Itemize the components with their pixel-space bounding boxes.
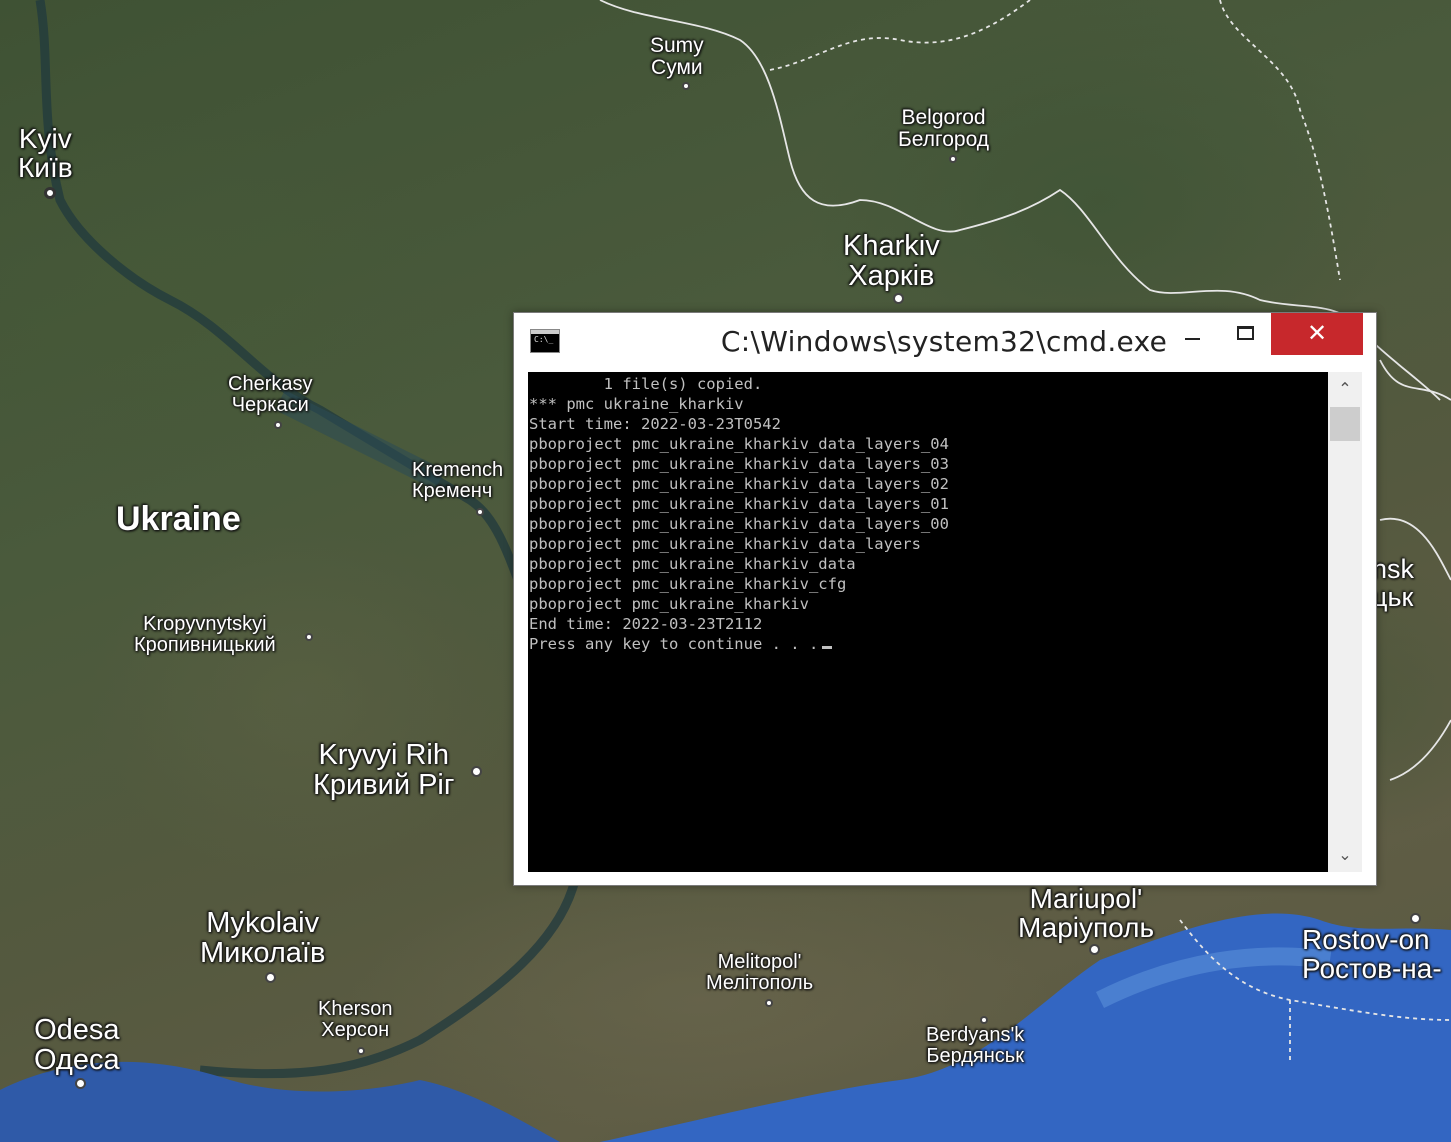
city-marker-cherkasy[interactable] [274, 421, 282, 429]
place-kyiv[interactable]: Kyiv Київ [18, 124, 73, 183]
place-cherkasy[interactable]: Cherkasy Черкаси [228, 374, 312, 416]
place-mykolaiv[interactable]: Mykolaiv Миколаїв [200, 908, 325, 969]
place-berdyansk-cyrillic: Бердянськ [926, 1045, 1024, 1067]
close-icon: ✕ [1306, 319, 1328, 347]
place-donetsk-latin: nsk [1372, 554, 1415, 584]
console-line: Press any key to continue . . . [529, 635, 819, 653]
console-line: pboproject pmc_ukraine_kharkiv_data [529, 555, 856, 573]
city-marker-belgorod[interactable] [949, 155, 957, 163]
place-mykolaiv-cyrillic: Миколаїв [200, 937, 326, 970]
place-mykolaiv-latin: Mykolaiv [206, 907, 320, 939]
place-berdyansk-latin: Berdyans'k [926, 1024, 1025, 1046]
console-lines: 1 file(s) copied. *** pmc ukraine_kharki… [528, 372, 1328, 654]
place-kropyvnytskyi-cyrillic: Кропивницький [134, 634, 276, 656]
city-marker-kyiv[interactable] [44, 187, 56, 199]
place-kryvyi-rih-latin: Kryvyi Rih [318, 739, 449, 771]
window-title: C:\Windows\system32\cmd.exe [720, 325, 1168, 358]
place-mariupol[interactable]: Mariupol' Маріуполь [1018, 884, 1154, 943]
place-cherkasy-cyrillic: Черкаси [231, 394, 309, 416]
place-odesa-cyrillic: Одеса [34, 1044, 120, 1077]
place-cherkasy-latin: Cherkasy [228, 373, 313, 395]
console-line: pboproject pmc_ukraine_kharkiv_data_laye… [529, 475, 949, 493]
console-line: pboproject pmc_ukraine_kharkiv_data_laye… [529, 515, 949, 533]
place-melitopol-latin: Melitopol' [717, 951, 802, 973]
scroll-down-icon[interactable]: ⌄ [1328, 838, 1362, 872]
place-kharkiv[interactable]: Kharkiv Харків [843, 231, 940, 292]
place-belgorod[interactable]: Belgorod Белгород [898, 106, 990, 152]
place-kryvyi-rih-cyrillic: Кривий Ріг [313, 769, 455, 802]
cmd-app-icon[interactable]: C:\_ [530, 329, 560, 353]
console-line: pboproject pmc_ukraine_kharkiv [529, 595, 809, 613]
city-marker-kherson[interactable] [357, 1047, 365, 1055]
place-kharkiv-cyrillic: Харків [848, 260, 935, 293]
place-kryvyi-rih[interactable]: Kryvyi Rih Кривий Ріг [313, 740, 454, 801]
console-line: pboproject pmc_ukraine_kharkiv_data_laye… [529, 495, 949, 513]
place-kremenchuk-cyrillic: Кременч [412, 480, 493, 502]
city-marker-kryvyi-rih[interactable] [471, 766, 482, 777]
console-line: End time: 2022-03-23T2112 [529, 615, 763, 633]
city-marker-odesa[interactable] [75, 1078, 86, 1089]
place-mariupol-cyrillic: Маріуполь [1018, 912, 1155, 944]
city-marker-rostov[interactable] [1410, 913, 1421, 924]
place-rostov-latin: Rostov-on [1302, 924, 1430, 955]
place-berdyansk[interactable]: Berdyans'k Бердянськ [926, 1025, 1024, 1067]
place-kherson[interactable]: Kherson Херсон [318, 999, 393, 1041]
console-output[interactable]: 1 file(s) copied. *** pmc ukraine_kharki… [528, 372, 1328, 872]
place-odesa[interactable]: Odesa Одеса [34, 1015, 120, 1076]
console-line: pboproject pmc_ukraine_kharkiv_data_laye… [529, 535, 921, 553]
place-mariupol-latin: Mariupol' [1029, 883, 1143, 914]
console-line: 1 file(s) copied. [529, 375, 763, 393]
country-label-ukraine-text: Ukraine [116, 500, 241, 538]
console-line: pboproject pmc_ukraine_kharkiv_cfg [529, 575, 847, 593]
scroll-up-icon[interactable]: ⌃ [1328, 372, 1362, 406]
place-sumy[interactable]: Sumy Суми [650, 34, 704, 80]
city-marker-melitopol[interactable] [765, 999, 773, 1007]
place-kremenchuk-latin: Kremench [412, 459, 504, 481]
place-kropyvnytskyi-latin: Kropyvnytskyi [143, 613, 267, 635]
city-marker-kharkiv[interactable] [893, 293, 904, 304]
country-label-ukraine: Ukraine [116, 500, 241, 538]
minimize-button[interactable] [1169, 313, 1215, 355]
place-melitopol[interactable]: Melitopol' Мелітополь [706, 952, 813, 994]
place-sumy-latin: Sumy [650, 34, 704, 57]
scroll-thumb[interactable] [1330, 407, 1360, 441]
city-marker-mariupol[interactable] [1089, 944, 1100, 955]
cmd-window[interactable]: C:\_ C:\Windows\system32\cmd.exe ✕ 1 fil… [513, 312, 1377, 886]
console-line: *** pmc ukraine_kharkiv [529, 395, 744, 413]
place-kremenchuk[interactable]: Kremench Кременч [412, 460, 503, 502]
place-kherson-cyrillic: Херсон [321, 1019, 390, 1041]
city-marker-mykolaiv[interactable] [265, 972, 276, 983]
cmd-icon-label: C:\_ [534, 335, 554, 344]
city-marker-kropyvnytskyi[interactable] [305, 633, 313, 641]
console-line: Start time: 2022-03-23T0542 [529, 415, 781, 433]
place-kharkiv-latin: Kharkiv [843, 230, 940, 262]
place-donetsk-cyrillic: цьк [1372, 582, 1414, 613]
text-cursor [822, 646, 833, 649]
maximize-button[interactable] [1222, 313, 1268, 355]
place-kropyvnytskyi[interactable]: Kropyvnytskyi Кропивницький [134, 614, 276, 656]
place-kyiv-cyrillic: Київ [18, 152, 73, 184]
close-button[interactable]: ✕ [1271, 313, 1363, 355]
place-sumy-cyrillic: Суми [651, 56, 703, 80]
place-odesa-latin: Odesa [34, 1014, 120, 1046]
place-rostov[interactable]: Rostov-on Ростов-на- [1302, 925, 1442, 984]
place-melitopol-cyrillic: Мелітополь [706, 972, 814, 994]
window-titlebar[interactable]: C:\_ C:\Windows\system32\cmd.exe ✕ [514, 313, 1376, 371]
console-line: pboproject pmc_ukraine_kharkiv_data_laye… [529, 455, 949, 473]
place-rostov-cyrillic: Ростов-на- [1302, 953, 1442, 985]
place-belgorod-cyrillic: Белгород [898, 128, 990, 152]
city-marker-sumy[interactable] [682, 82, 690, 90]
place-kyiv-latin: Kyiv [18, 123, 72, 154]
vertical-scrollbar[interactable]: ⌃ ⌄ [1328, 372, 1362, 872]
city-marker-kremenchuk[interactable] [476, 508, 484, 516]
place-kherson-latin: Kherson [318, 998, 393, 1020]
place-belgorod-latin: Belgorod [901, 106, 986, 129]
console-line: pboproject pmc_ukraine_kharkiv_data_laye… [529, 435, 949, 453]
place-donetsk-partial[interactable]: nsk цьк [1372, 555, 1414, 612]
city-marker-berdyansk[interactable] [980, 1016, 988, 1024]
